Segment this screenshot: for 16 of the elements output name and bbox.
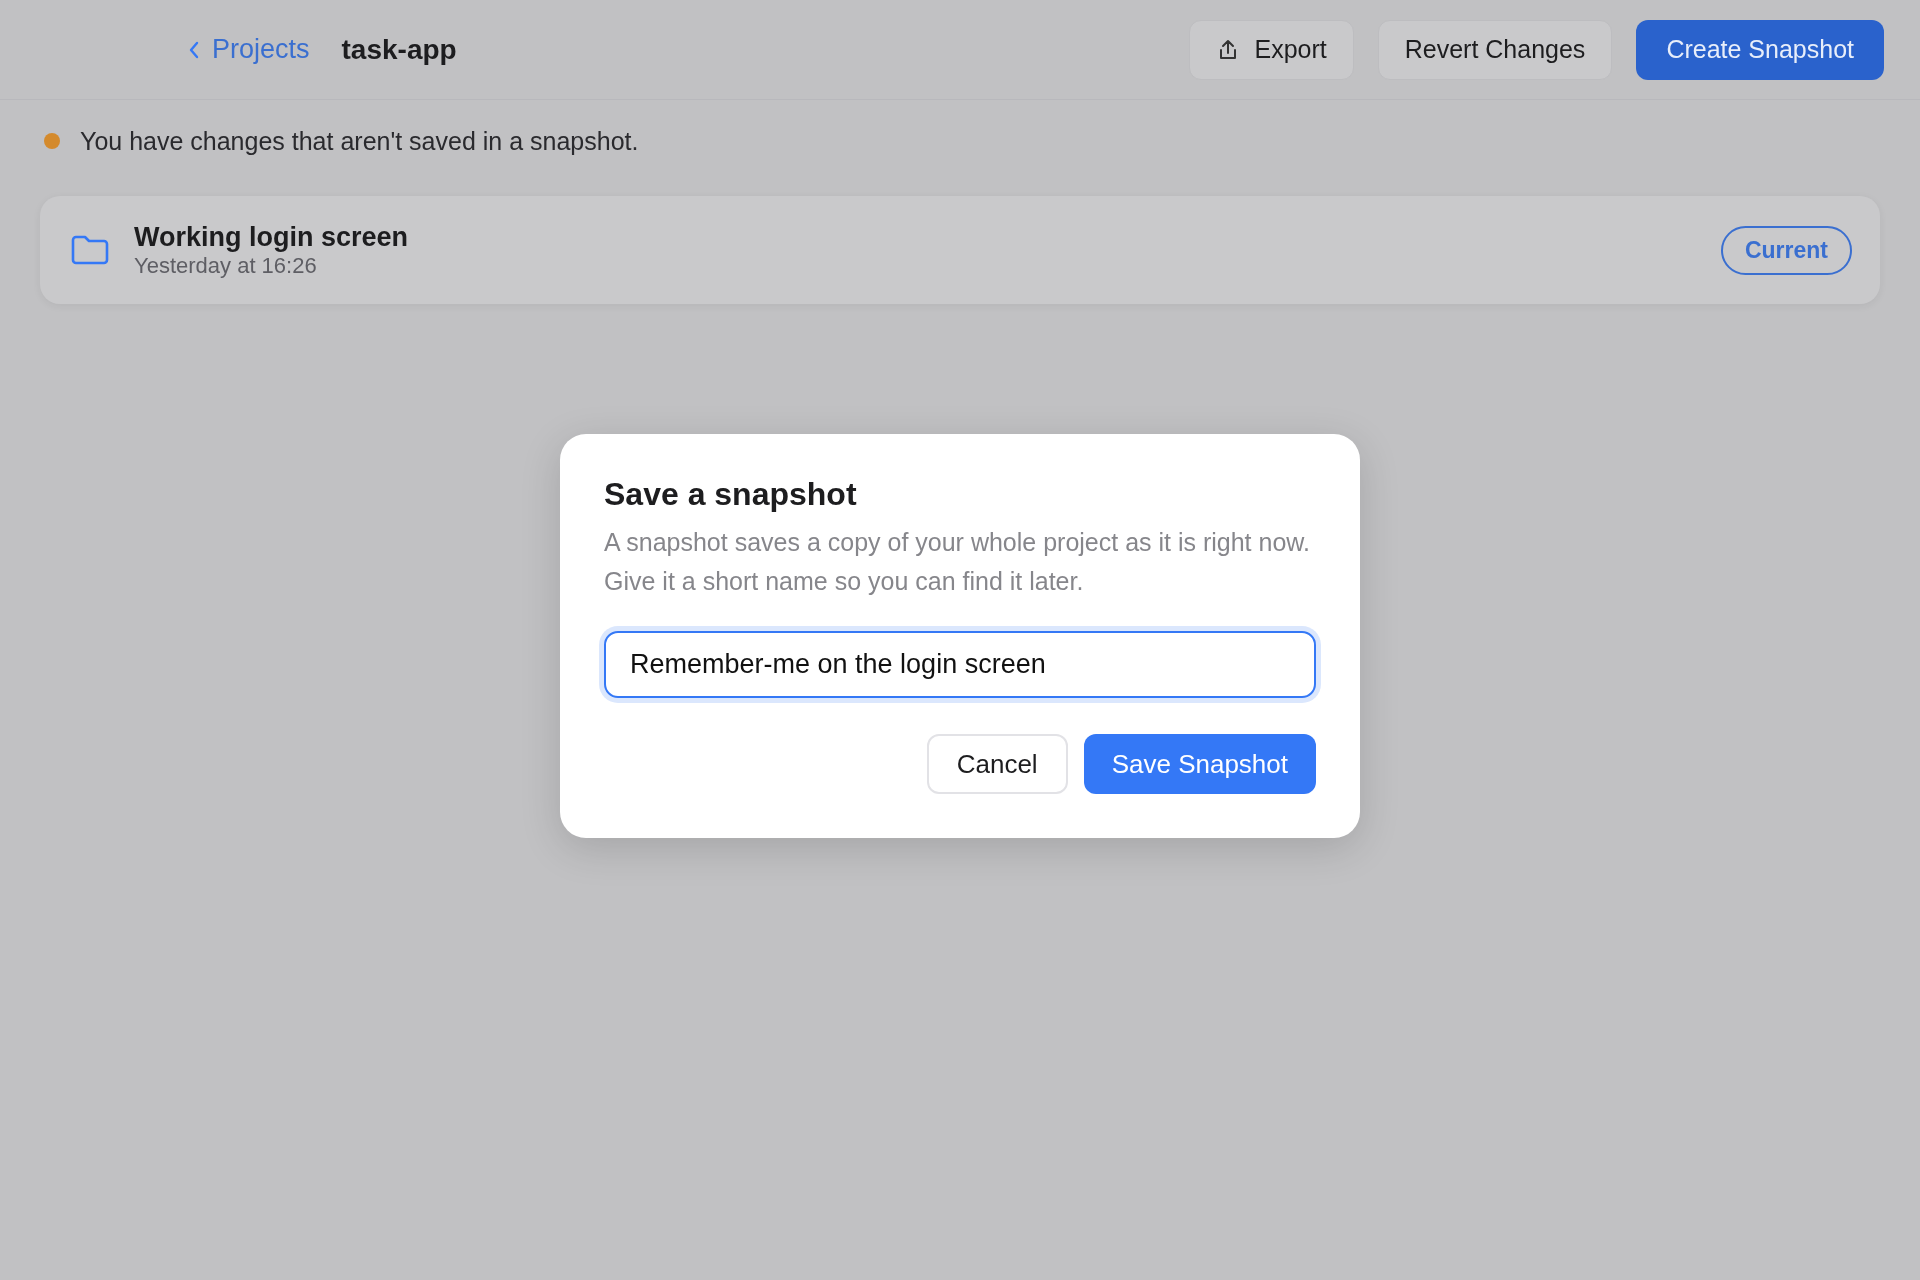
folder-icon	[70, 234, 110, 266]
cancel-button[interactable]: Cancel	[926, 734, 1068, 794]
chevron-left-icon	[188, 39, 200, 60]
snapshot-time: Yesterday at 16:26	[134, 252, 318, 279]
create-snapshot-button[interactable]: Create Snapshot	[1636, 19, 1884, 80]
export-button[interactable]: Export	[1189, 19, 1354, 80]
snapshot-name: Working login screen	[134, 221, 410, 253]
dialog-description: A snapshot saves a copy of your whole project as it is right now. Give it a short name so you can find it later.	[604, 527, 1311, 597]
dialog-title: Save a snapshot	[604, 476, 858, 513]
save-snapshot-button[interactable]: Save Snapshot	[1083, 734, 1316, 794]
snapshot-card[interactable]: Working login screen Yesterday at 16:26 Current	[40, 196, 1880, 304]
current-badge: Current	[1720, 225, 1852, 275]
project-name: task-app	[341, 33, 457, 66]
unsaved-changes-notice: You have changes that aren't saved in a snapshot.	[80, 126, 639, 156]
revert-button[interactable]: Revert Changes	[1377, 19, 1613, 80]
snapshot-name-field[interactable]: Remember-me on the login screen	[604, 631, 1316, 698]
